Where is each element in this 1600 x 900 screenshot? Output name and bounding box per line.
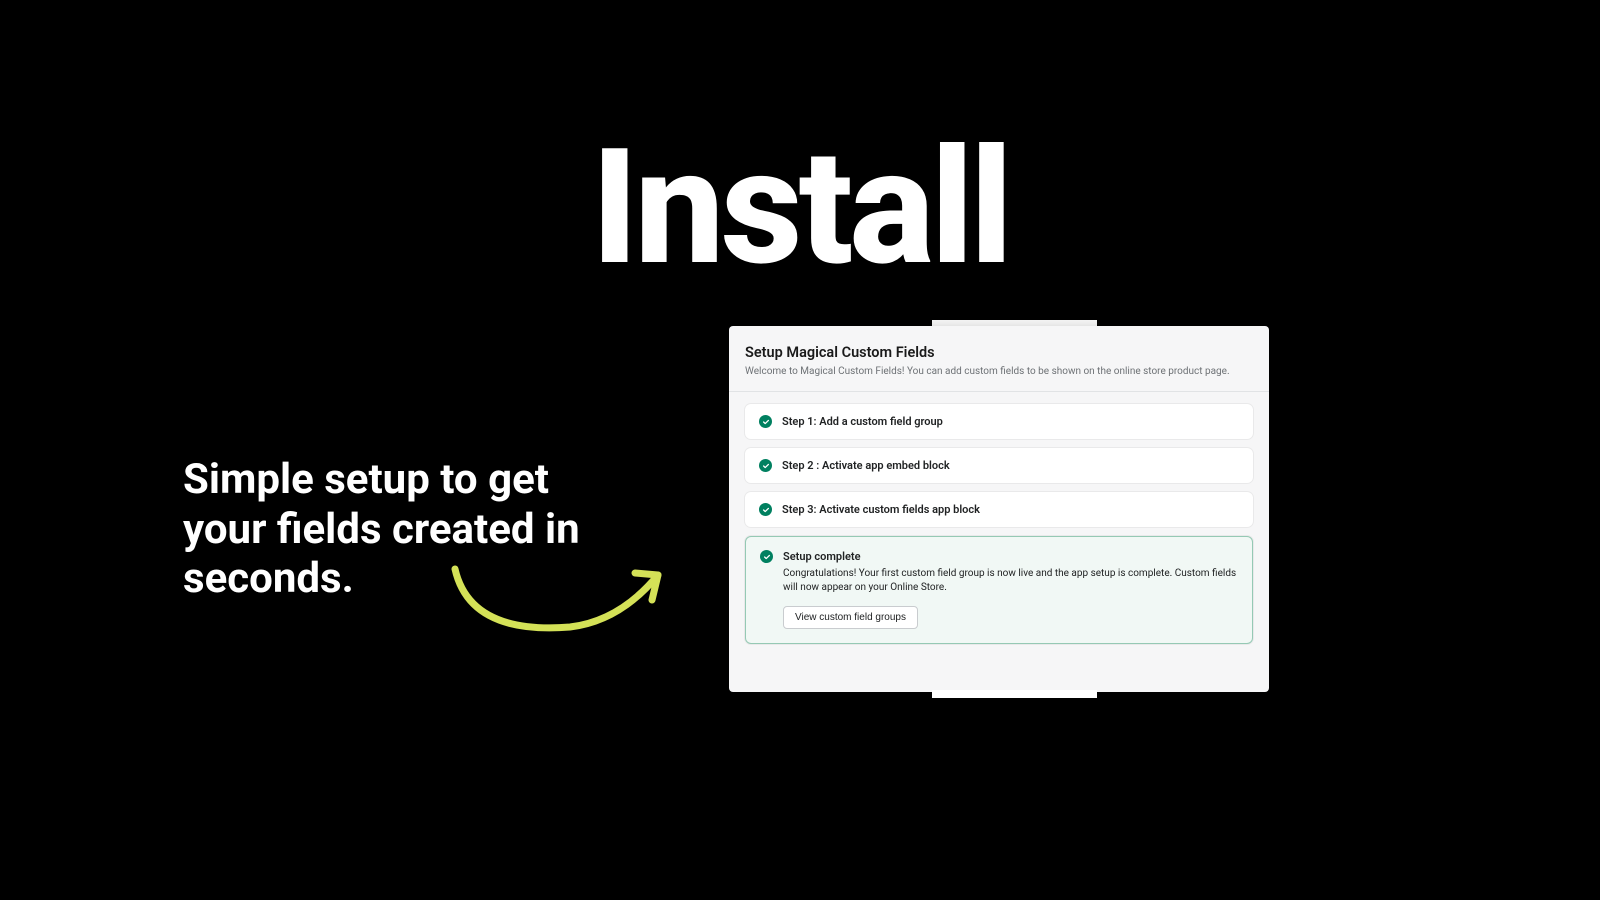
step-label: Step 3: Activate custom fields app block [782, 503, 980, 516]
check-icon [760, 550, 773, 563]
step-row[interactable]: Step 3: Activate custom fields app block [745, 492, 1253, 527]
complete-title: Setup complete [783, 550, 860, 563]
check-icon [759, 503, 772, 516]
divider [729, 391, 1269, 392]
setup-complete-card: Setup complete Congratulations! Your fir… [745, 536, 1253, 644]
arrow-icon [440, 555, 680, 645]
complete-message: Congratulations! Your first custom field… [783, 567, 1238, 595]
check-icon [759, 415, 772, 428]
panel-subtitle: Welcome to Magical Custom Fields! You ca… [745, 366, 1253, 377]
step-row[interactable]: Step 2 : Activate app embed block [745, 448, 1253, 483]
step-label: Step 2 : Activate app embed block [782, 459, 950, 472]
hero-title: Install [591, 115, 1009, 302]
panel-title: Setup Magical Custom Fields [745, 344, 1253, 361]
check-icon [759, 459, 772, 472]
view-field-groups-button[interactable]: View custom field groups [783, 606, 918, 629]
step-label: Step 1: Add a custom field group [782, 415, 943, 428]
step-row[interactable]: Step 1: Add a custom field group [745, 404, 1253, 439]
setup-panel: Setup Magical Custom Fields Welcome to M… [729, 326, 1269, 692]
panel-decoration-bottom [932, 690, 1097, 698]
